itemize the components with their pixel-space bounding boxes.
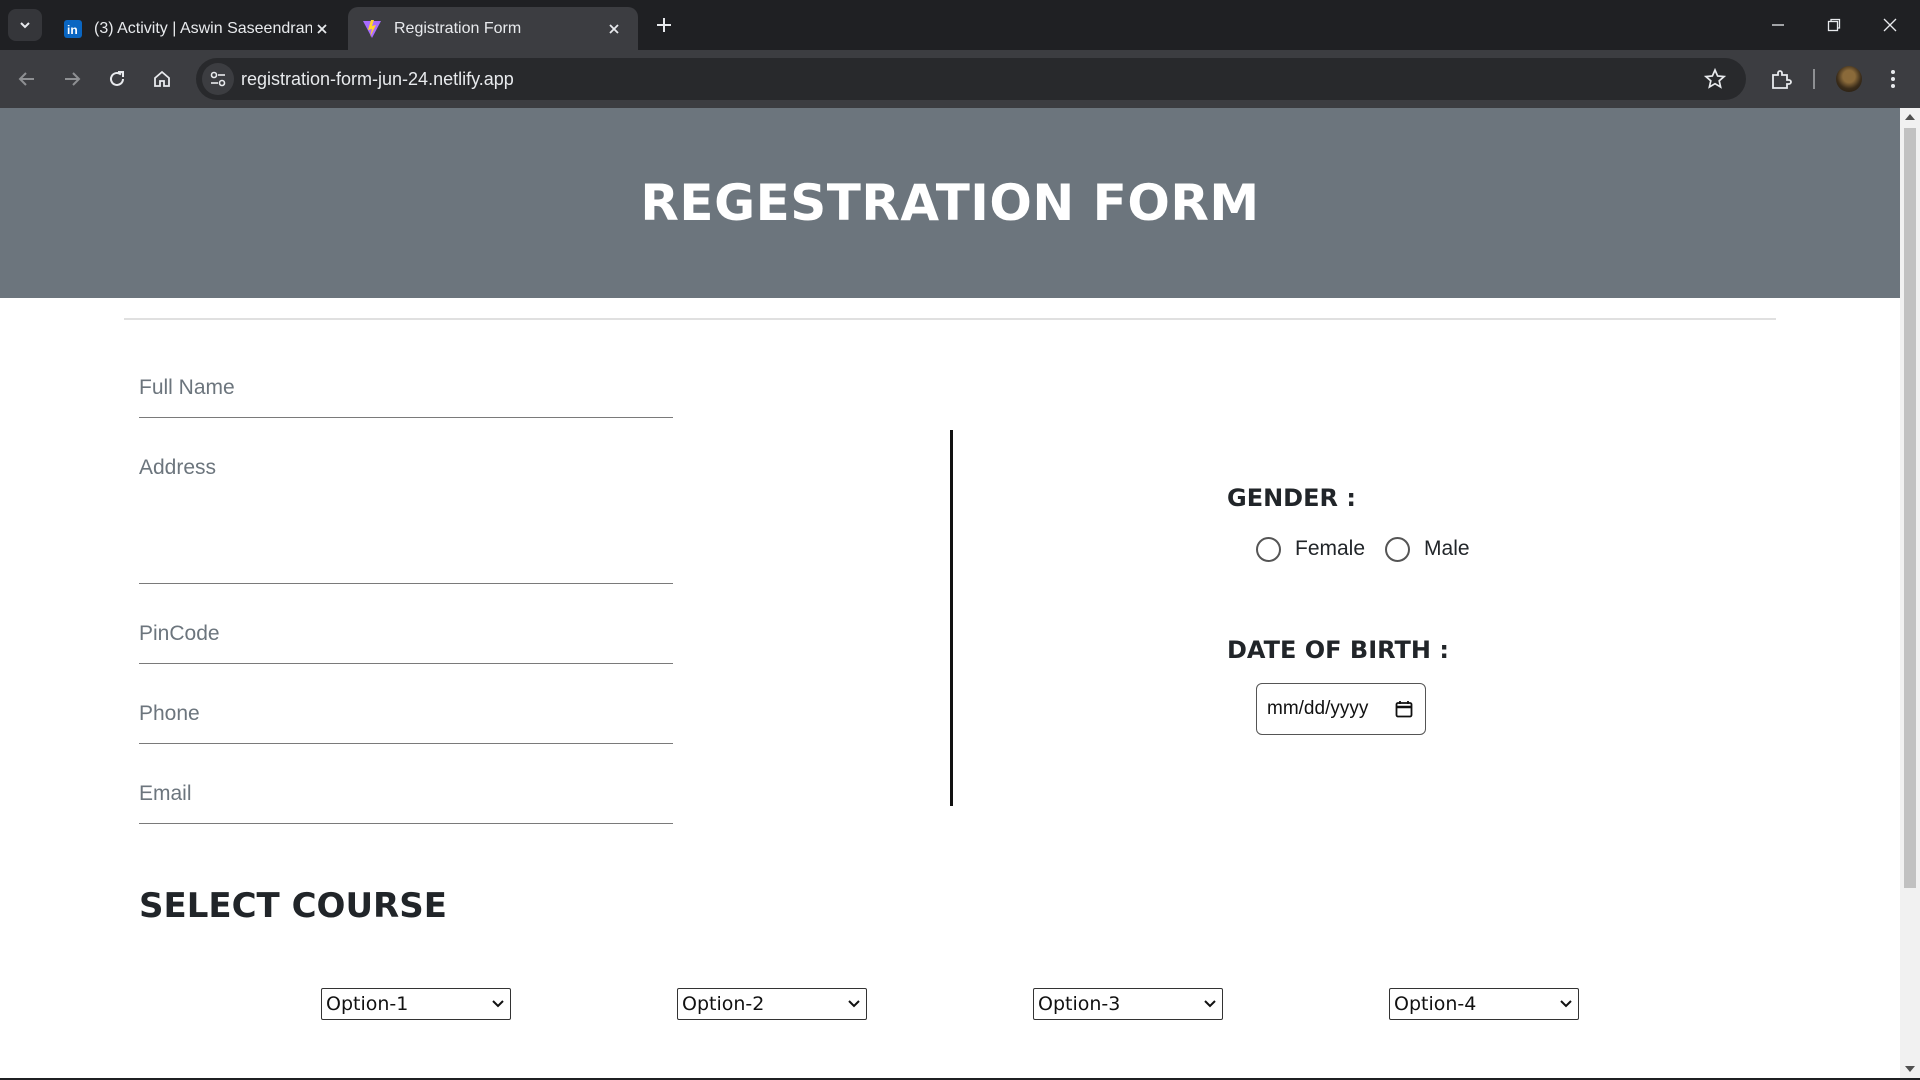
browser-menu-button[interactable] — [1877, 63, 1909, 95]
minimize-icon — [1772, 24, 1784, 26]
scrollbar-thumb[interactable] — [1904, 128, 1916, 888]
chevron-down-icon — [1560, 1000, 1572, 1008]
tab-search-button[interactable] — [8, 9, 42, 41]
gender-label: GENDER : — [1227, 484, 1356, 512]
pincode-field[interactable]: PinCode — [139, 614, 673, 664]
chevron-down-icon — [848, 1000, 860, 1008]
chevron-down-icon — [1204, 1000, 1216, 1008]
pincode-placeholder: PinCode — [139, 622, 220, 645]
toolbar-separator — [1813, 69, 1815, 89]
course-select-value: Option-1 — [326, 993, 409, 1015]
back-button[interactable] — [11, 63, 43, 95]
email-field[interactable]: Email — [139, 774, 673, 824]
browser-tab-bar: in (3) Activity | Aswin Saseendran | Reg… — [0, 0, 1920, 50]
arrow-left-icon — [18, 72, 34, 86]
male-label[interactable]: Male — [1424, 537, 1470, 561]
avatar[interactable] — [1836, 66, 1862, 92]
chevron-down-icon — [492, 1000, 504, 1008]
full-name-field[interactable]: Full Name — [139, 368, 673, 418]
reload-button[interactable] — [101, 63, 133, 95]
tune-icon — [210, 71, 226, 87]
close-window-button[interactable] — [1862, 0, 1918, 50]
page-title: REGESTRATION FORM — [640, 174, 1260, 232]
svg-text:in: in — [67, 23, 78, 37]
tab-title: (3) Activity | Aswin Saseendran | — [94, 19, 312, 37]
tab-registration-form[interactable]: Registration Form — [348, 7, 638, 50]
address-bar[interactable]: registration-form-jun-24.netlify.app — [196, 58, 1746, 100]
chevron-down-icon — [20, 22, 30, 29]
more-vert-icon — [1891, 70, 1895, 88]
home-button[interactable] — [146, 63, 178, 95]
new-tab-button[interactable] — [650, 11, 678, 39]
phone-field[interactable]: Phone — [139, 694, 673, 744]
full-name-placeholder: Full Name — [139, 376, 235, 399]
extensions-button[interactable] — [1765, 63, 1797, 95]
male-radio[interactable] — [1385, 536, 1411, 562]
female-radio[interactable] — [1256, 536, 1281, 562]
browser-toolbar: registration-form-jun-24.netlify.app — [0, 50, 1920, 108]
plus-icon — [657, 18, 671, 32]
restore-icon — [1827, 18, 1841, 32]
select-course-heading: SELECT COURSE — [139, 886, 447, 926]
tab-linkedin[interactable]: in (3) Activity | Aswin Saseendran | — [50, 7, 346, 50]
close-icon[interactable] — [312, 19, 332, 39]
page-scrollbar[interactable] — [1900, 108, 1920, 1078]
site-info-button[interactable] — [202, 63, 234, 95]
address-field[interactable]: Address — [139, 448, 673, 584]
tab-title: Registration Form — [394, 19, 522, 37]
course-select-3[interactable]: Option-3 — [1033, 988, 1223, 1020]
scroll-down-icon[interactable] — [1905, 1066, 1915, 1072]
horizontal-divider — [124, 318, 1776, 320]
course-select-value: Option-2 — [682, 993, 765, 1015]
minimize-button[interactable] — [1750, 0, 1806, 50]
email-placeholder: Email — [139, 782, 192, 805]
calendar-icon[interactable] — [1395, 700, 1413, 724]
restore-button[interactable] — [1806, 0, 1862, 50]
address-placeholder: Address — [139, 456, 217, 479]
dob-input[interactable]: mm/dd/yyyy — [1256, 683, 1426, 735]
forward-button[interactable] — [56, 63, 88, 95]
bookmark-star-icon[interactable] — [1703, 67, 1727, 94]
close-icon — [1883, 18, 1897, 32]
linkedin-icon: in — [64, 19, 82, 38]
arrow-right-icon — [65, 72, 81, 86]
url-text: registration-form-jun-24.netlify.app — [241, 69, 514, 89]
dob-placeholder: mm/dd/yyyy — [1267, 698, 1369, 719]
phone-placeholder: Phone — [139, 702, 200, 725]
page-viewport: REGESTRATION FORM Full Name Address PinC… — [0, 108, 1900, 1078]
gender-radio-group: Female Male — [1256, 534, 1490, 564]
dob-label: DATE OF BIRTH : — [1227, 636, 1449, 664]
page-header: REGESTRATION FORM — [0, 108, 1900, 298]
course-select-1[interactable]: Option-1 — [321, 988, 511, 1020]
course-select-2[interactable]: Option-2 — [677, 988, 867, 1020]
puzzle-icon — [1772, 70, 1792, 89]
course-select-4[interactable]: Option-4 — [1389, 988, 1579, 1020]
scroll-up-icon[interactable] — [1905, 114, 1915, 120]
course-select-value: Option-4 — [1394, 993, 1477, 1015]
reload-icon — [110, 71, 124, 86]
female-label[interactable]: Female — [1295, 537, 1365, 561]
course-select-value: Option-3 — [1038, 993, 1121, 1015]
home-icon — [154, 70, 170, 87]
vertical-divider — [950, 430, 953, 806]
close-icon[interactable] — [604, 19, 624, 39]
vite-icon — [363, 19, 381, 38]
